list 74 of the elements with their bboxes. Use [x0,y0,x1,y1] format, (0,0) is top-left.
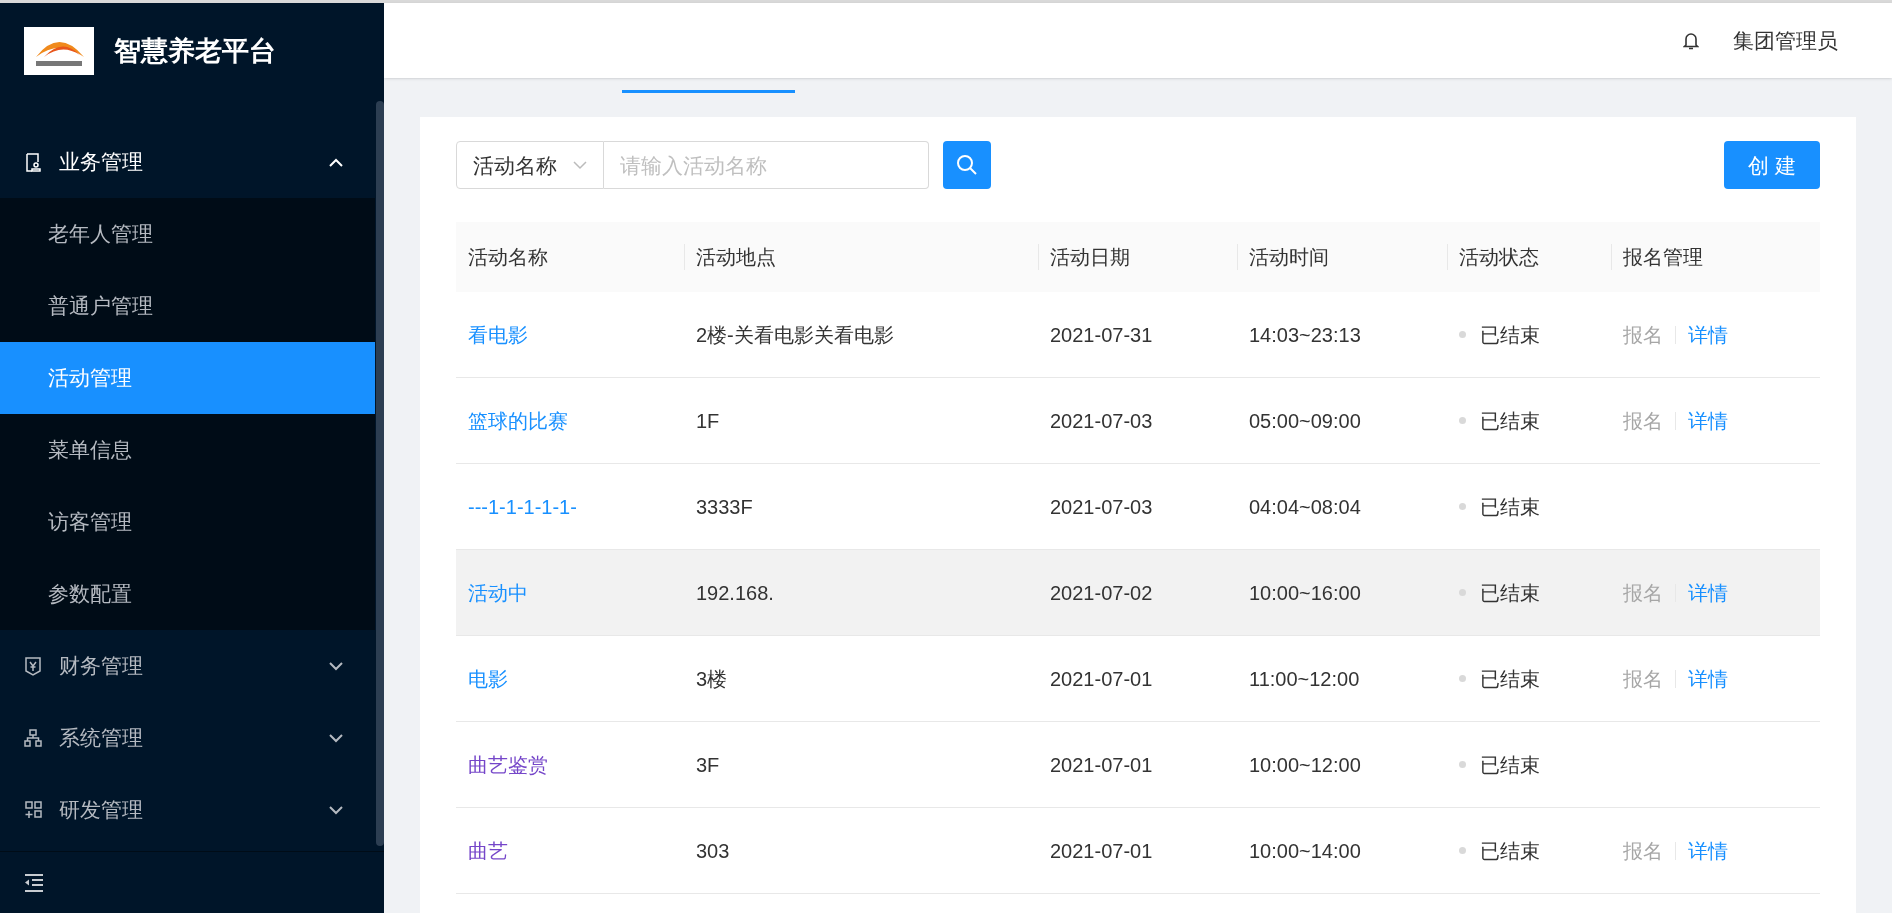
document-icon [24,152,43,172]
detail-link[interactable]: 详情 [1688,319,1728,350]
search-icon [956,154,978,177]
chevron-down-icon [573,160,587,170]
menu-group[interactable]: 业务管理 [0,126,375,198]
activity-link[interactable]: 曲艺 [468,839,508,862]
logo [24,27,94,75]
hierarchy-icon [24,728,43,748]
table-cell: 14:03~23:13 [1249,323,1361,346]
scrollbar[interactable] [376,101,384,846]
chevron-down-icon [329,733,343,743]
chevron-down-icon [329,661,343,671]
column-header: 活动地点 [696,245,776,271]
column-header: 活动时间 [1249,245,1329,271]
activity-link[interactable]: 曲艺鉴赏 [468,753,548,776]
table-cell: 2021-07-02 [1050,581,1153,604]
user-name[interactable]: 集团管理员 [1733,24,1838,57]
column-header: 活动状态 [1459,245,1539,271]
table-cell: 10:00~12:00 [1249,753,1361,776]
table-cell: 3333F [696,495,753,518]
column-header: 活动日期 [1050,245,1130,271]
menu-item[interactable]: 活动管理 [0,342,375,414]
table-cell: 2021-07-03 [1050,495,1153,518]
table-cell: 303 [696,839,730,862]
menu-item[interactable]: 菜单信息 [0,414,375,486]
detail-link[interactable]: 详情 [1688,663,1728,694]
search-button[interactable] [943,141,991,190]
detail-link[interactable]: 详情 [1688,405,1728,436]
search-field[interactable]: 请输入活动名称 [604,141,929,190]
table-cell: 2楼-关看电影关看电影 [696,323,894,346]
activity-link[interactable]: 篮球的比赛 [468,409,568,432]
table-cell: 04:04~08:04 [1249,495,1361,518]
status-text: 已结束 [1480,666,1540,692]
app-title: 智慧养老平台 [114,34,276,68]
table-cell: 2021-07-01 [1050,753,1153,776]
menu-item[interactable]: 老年人管理 [0,198,375,270]
table-cell: 192.168. [696,581,774,604]
menu-group[interactable]: 财务管理 [0,630,375,702]
activity-link[interactable]: 电影 [468,667,508,690]
table-cell: 10:00~14:00 [1249,839,1361,862]
grid-icon [24,800,43,820]
search-field-select[interactable]: 活动名称 [456,141,604,190]
table-cell: 3F [696,753,720,776]
status-text: 已结束 [1480,322,1540,348]
table-cell: 11:00~12:00 [1249,667,1360,690]
chevron-down-icon [329,805,343,815]
status-text: 已结束 [1480,838,1540,864]
yen-icon [24,656,43,676]
table-cell: 3楼 [696,667,728,690]
menu-group[interactable]: 研发管理 [0,774,375,846]
table-cell: 2021-07-01 [1050,667,1153,690]
collapse-menu-icon[interactable] [24,873,44,892]
chevron-up-icon [329,157,343,167]
menu-item[interactable]: 访客管理 [0,486,375,558]
column-header: 活动名称 [468,245,548,271]
table-cell: 1F [696,409,720,432]
table-cell: 10:00~16:00 [1249,581,1361,604]
menu-item[interactable]: 普通户管理 [0,270,375,342]
activity-link[interactable]: 看电影 [468,323,528,346]
menu-group[interactable]: 系统管理 [0,702,375,774]
status-text: 已结束 [1480,408,1540,434]
status-text: 已结束 [1480,752,1540,778]
status-text: 已结束 [1480,580,1540,606]
detail-link[interactable]: 详情 [1688,835,1728,866]
table-cell: 2021-07-03 [1050,409,1153,432]
table-cell: 2021-07-01 [1050,839,1153,862]
table-cell: 2021-07-31 [1050,323,1153,346]
menu-item[interactable]: 参数配置 [0,558,375,630]
activity-link[interactable]: ---1-1-1-1-1- [468,495,577,518]
status-text: 已结束 [1480,494,1540,520]
create-button[interactable]: 创 建 [1724,141,1820,190]
table-cell: 05:00~09:00 [1249,409,1361,432]
bell-icon[interactable] [1683,30,1699,50]
column-header: 报名管理 [1623,245,1703,271]
